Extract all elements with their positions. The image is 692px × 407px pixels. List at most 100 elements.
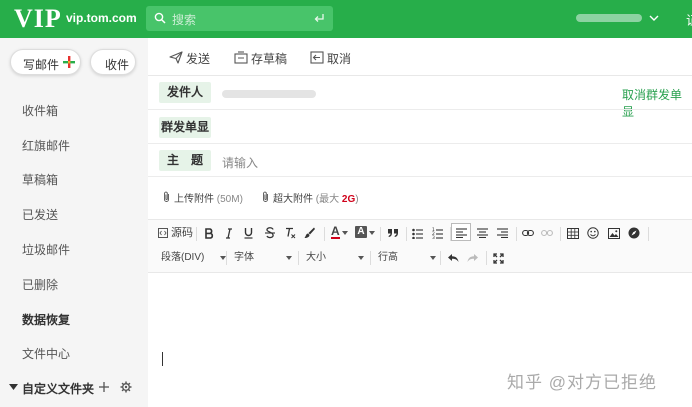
- undo-button[interactable]: [447, 250, 459, 266]
- add-folder-icon[interactable]: [98, 381, 110, 393]
- sidebar-item-spam[interactable]: 垃圾邮件: [22, 241, 70, 258]
- format-painter-button[interactable]: [304, 225, 315, 241]
- custom-folders-row[interactable]: 自定义文件夹: [0, 380, 148, 396]
- clear-format-button[interactable]: [285, 225, 296, 241]
- underline-button[interactable]: [244, 225, 253, 241]
- insert-table-button[interactable]: [567, 225, 579, 241]
- user-name-blurred: [576, 14, 642, 22]
- align-center-button[interactable]: [477, 225, 488, 241]
- vip-logo[interactable]: VIP: [14, 5, 62, 33]
- save-draft-label: 存草稿: [251, 52, 288, 66]
- paperclip-icon: [164, 191, 169, 202]
- source-code-label: 源码: [171, 227, 193, 239]
- svg-text:3: 3: [432, 235, 435, 239]
- write-mail-button[interactable]: 写邮件: [10, 49, 81, 75]
- source-code-icon: [158, 228, 168, 238]
- plus-icon: [63, 56, 75, 68]
- toolbar-separator: [298, 251, 299, 265]
- fullscreen-button[interactable]: [493, 250, 504, 266]
- subject-label: 主 题: [159, 150, 211, 171]
- redo-icon: [467, 254, 478, 262]
- sidebar-item-drafts[interactable]: 草稿箱: [22, 171, 58, 188]
- redo-button[interactable]: [467, 250, 479, 266]
- caret-down-icon: [286, 256, 292, 260]
- bold-button[interactable]: [205, 225, 214, 241]
- receive-mail-label: 收件: [105, 58, 130, 72]
- caret-down-icon[interactable]: [9, 383, 18, 391]
- bold-icon: [205, 228, 214, 239]
- image-icon: [608, 228, 620, 239]
- editor-toolbar: 源码 A A 123 段落(DIV) 字体 大小 行高: [148, 219, 692, 273]
- background-color-icon: A: [355, 226, 367, 238]
- custom-folders-label[interactable]: 自定义文件夹: [22, 380, 94, 397]
- align-center-icon: [477, 228, 488, 238]
- line-height-select[interactable]: 行高: [378, 250, 438, 266]
- receive-mail-button[interactable]: 收件: [90, 49, 136, 75]
- undo-icon: [448, 254, 459, 262]
- search-input[interactable]: 搜索: [172, 11, 196, 28]
- search-box[interactable]: 搜索: [146, 6, 333, 31]
- enter-icon[interactable]: [313, 12, 325, 24]
- insert-image-button[interactable]: [608, 225, 620, 241]
- remove-link-button[interactable]: [541, 225, 553, 241]
- user-menu-tail[interactable]: 证: [686, 10, 692, 29]
- bullet-list-button[interactable]: [412, 225, 423, 241]
- font-size-select-value: 大小: [306, 252, 326, 263]
- toolbar-separator: [486, 251, 487, 265]
- font-size-select[interactable]: 大小: [306, 250, 366, 266]
- insert-link-button[interactable]: [522, 225, 534, 241]
- sidebar-item-sent[interactable]: 已发送: [22, 206, 58, 223]
- strikethrough-icon: [265, 227, 275, 239]
- paper-plane-icon: [169, 51, 183, 64]
- link-icon: [522, 229, 534, 237]
- line-height-select-value: 行高: [378, 252, 398, 263]
- cancel-group-single-link[interactable]: 取消群发单显: [622, 86, 692, 120]
- font-family-select-value: 字体: [234, 252, 254, 263]
- clear-format-icon: [286, 227, 296, 239]
- align-left-button[interactable]: [456, 225, 467, 241]
- toolbar-separator: [560, 227, 561, 241]
- underline-icon: [244, 228, 253, 239]
- align-right-button[interactable]: [497, 225, 508, 241]
- table-icon: [567, 228, 579, 239]
- cancel-label: 取消: [327, 52, 352, 66]
- send-label: 发送: [186, 52, 211, 66]
- sidebar-item-deleted[interactable]: 已删除: [22, 276, 58, 293]
- domain-text: vip.tom.com: [66, 11, 137, 25]
- numbered-list-button[interactable]: 123: [432, 225, 443, 241]
- fullscreen-icon: [493, 253, 504, 264]
- big-attachment-prefix: (最大: [315, 194, 340, 205]
- subject-input[interactable]: 请输入: [222, 154, 258, 171]
- big-attachment-size: 2G: [341, 194, 356, 205]
- caret-down-icon: [369, 231, 375, 235]
- italic-button[interactable]: [225, 225, 233, 241]
- sidebar-item-inbox[interactable]: 收件箱: [22, 102, 58, 119]
- toolbar-separator: [226, 251, 227, 265]
- numbered-list-icon: 123: [432, 227, 443, 239]
- toolbar-separator: [406, 227, 407, 241]
- compose-action-bar: 发送 存草稿 取消: [148, 38, 692, 76]
- gear-icon[interactable]: [120, 381, 132, 393]
- write-mail-label: 写邮件: [23, 58, 60, 72]
- paperclip-icon: [263, 191, 268, 202]
- sidebar-item-flagged[interactable]: 红旗邮件: [22, 137, 70, 154]
- bullet-list-icon: [412, 228, 423, 239]
- save-draft-icon: [234, 51, 248, 64]
- insert-emoji-button[interactable]: [587, 225, 599, 241]
- chevron-down-icon[interactable]: [648, 12, 660, 24]
- font-color-icon: A: [331, 224, 340, 239]
- font-family-select[interactable]: 字体: [234, 250, 294, 266]
- group-single-label: 群发单显: [159, 117, 211, 138]
- paragraph-select[interactable]: 段落(DIV): [161, 250, 226, 266]
- toolbar-separator: [380, 227, 381, 241]
- sender-address-blurred[interactable]: [222, 90, 316, 98]
- quote-button[interactable]: [387, 225, 399, 241]
- sidebar-item-file-center[interactable]: 文件中心: [22, 345, 70, 362]
- caret-down-icon: [430, 256, 436, 260]
- align-left-icon: [456, 228, 467, 238]
- sidebar-item-data-recovery[interactable]: 数据恢复: [22, 311, 70, 328]
- divider: [148, 176, 692, 177]
- upload-attachment-label: 上传附件: [174, 194, 214, 205]
- strikethrough-button[interactable]: [265, 225, 275, 241]
- insert-signature-button[interactable]: [628, 225, 640, 241]
